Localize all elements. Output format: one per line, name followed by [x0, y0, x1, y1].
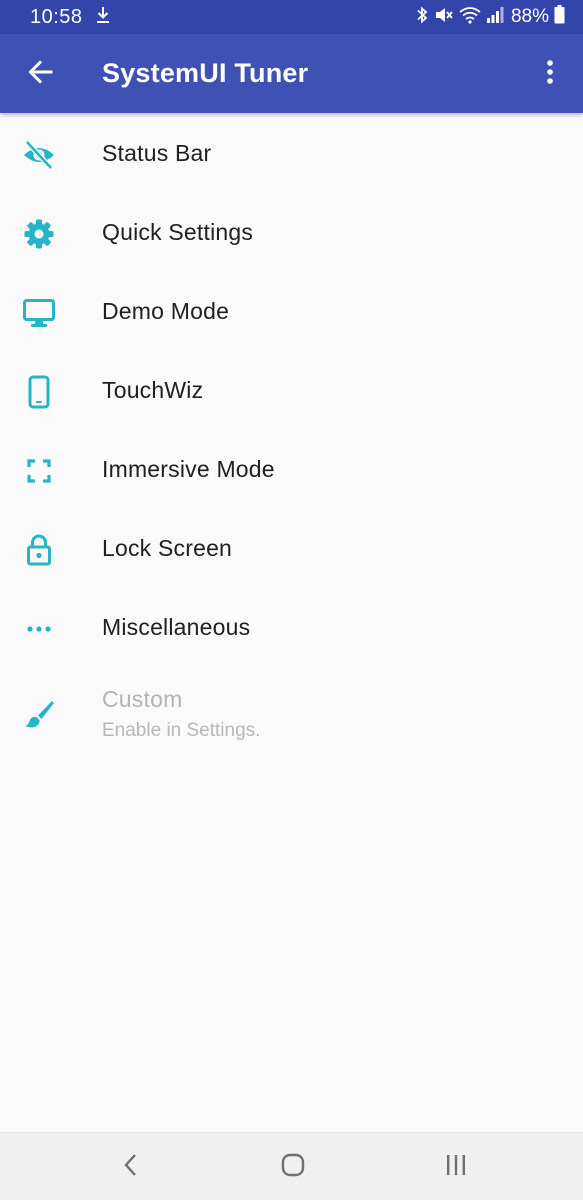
arrow-back-icon: [26, 58, 54, 91]
nav-home-button[interactable]: [275, 1149, 311, 1185]
menu-item-label: Immersive Mode: [102, 456, 275, 482]
navigation-bar: [0, 1132, 583, 1200]
menu-item-label: Quick Settings: [102, 219, 254, 245]
nav-recents-icon: [444, 1153, 468, 1182]
status-system-icons: 88%: [415, 5, 565, 29]
menu-item-status-bar[interactable]: Status Bar: [0, 114, 583, 193]
menu-item-label: TouchWiz: [102, 377, 204, 403]
menu-item-label: Demo Mode: [102, 298, 230, 324]
tuner-menu-list: Status Bar Quick Settings Demo Mode Touc…: [0, 114, 583, 753]
fullscreen-icon: [22, 454, 56, 488]
monitor-icon: [22, 296, 56, 330]
menu-item-lock-screen[interactable]: Lock Screen: [0, 509, 583, 588]
menu-item-demo-mode[interactable]: Demo Mode: [0, 272, 583, 351]
nav-home-icon: [280, 1152, 306, 1183]
menu-item-summary: Enable in Settings.: [102, 720, 261, 741]
status-bar: 10:58 88%: [0, 0, 583, 34]
menu-item-custom[interactable]: Custom Enable in Settings.: [0, 667, 583, 753]
more-vert-icon: [546, 59, 554, 90]
eye-off-icon: [22, 138, 56, 172]
wifi-icon: [459, 6, 481, 29]
menu-item-label: Custom: [102, 686, 183, 712]
menu-item-label: Status Bar: [102, 140, 212, 166]
status-time: 10:58: [30, 5, 83, 28]
battery-percent: 88%: [510, 6, 549, 27]
menu-item-quick-settings[interactable]: Quick Settings: [0, 193, 583, 272]
lock-icon: [22, 533, 56, 567]
menu-item-miscellaneous[interactable]: Miscellaneous: [0, 588, 583, 667]
battery-icon: [554, 5, 565, 29]
nav-back-button[interactable]: [113, 1149, 149, 1185]
app-bar: SystemUI Tuner: [0, 34, 583, 113]
menu-item-label: Miscellaneous: [102, 614, 251, 640]
status-notification-icons: [95, 6, 111, 29]
overflow-menu-button[interactable]: [535, 56, 565, 92]
nav-recents-button[interactable]: [438, 1149, 474, 1185]
bluetooth-icon: [415, 6, 429, 29]
menu-item-label: Lock Screen: [102, 535, 233, 561]
download-icon: [95, 6, 111, 29]
mute-icon: [434, 6, 454, 29]
gear-icon: [22, 217, 56, 251]
nav-back-icon: [122, 1152, 140, 1183]
menu-item-touchwiz[interactable]: TouchWiz: [0, 351, 583, 430]
more-horiz-icon: [22, 612, 56, 646]
brush-icon: [22, 697, 56, 731]
menu-item-immersive-mode[interactable]: Immersive Mode: [0, 430, 583, 509]
signal-icon: [486, 6, 504, 29]
back-button[interactable]: [22, 56, 58, 92]
page-title: SystemUI Tuner: [102, 58, 309, 88]
phone-icon: [22, 375, 56, 409]
